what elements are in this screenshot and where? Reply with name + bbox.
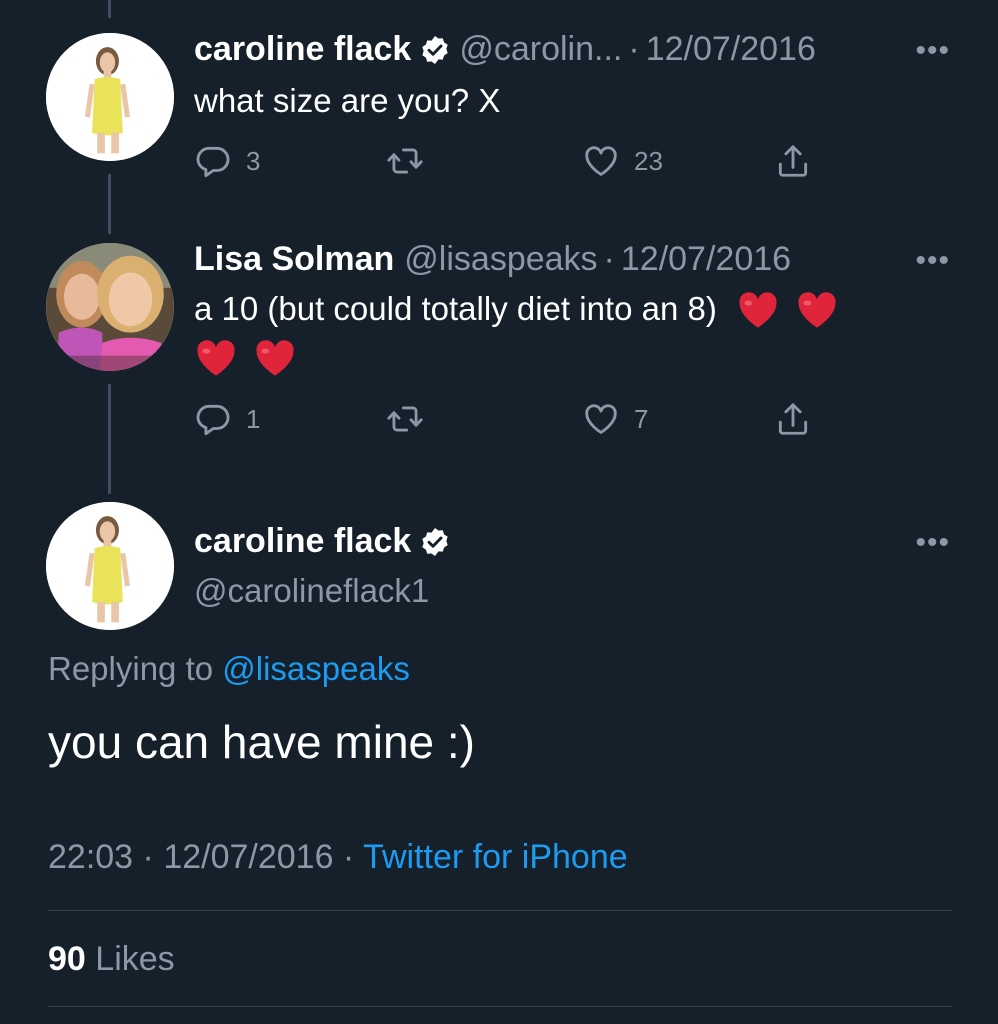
red-heart-emoji	[736, 290, 780, 332]
reply-button[interactable]: 3	[194, 142, 260, 180]
reply-button[interactable]: 1	[194, 400, 260, 438]
tweet-actions: 3 23	[194, 142, 814, 182]
retweet-icon	[386, 400, 424, 438]
replying-to: Replying to @lisaspeaks	[48, 650, 410, 688]
likes-link[interactable]: 90 Likes	[48, 940, 175, 979]
share-button[interactable]	[774, 400, 826, 438]
tweet-header: caroline flack @carolin... · 12/07/2016	[194, 30, 816, 69]
likes-label: Likes	[95, 940, 175, 978]
tweet-text-line2	[194, 338, 300, 380]
thread-line-2	[108, 384, 111, 494]
tweet-text-content: a 10 (but could totally diet into an 8)	[194, 290, 717, 327]
share-icon	[774, 400, 812, 438]
author-handle[interactable]: @carolin...	[459, 30, 622, 69]
avatar[interactable]	[46, 243, 174, 371]
reply-count: 3	[246, 145, 261, 176]
tweet-meta: 22:03 · 12/07/2016 · Twitter for iPhone	[48, 838, 628, 877]
tweet-source-link[interactable]: Twitter for iPhone	[363, 838, 628, 876]
tweet-time[interactable]: 22:03	[48, 838, 133, 876]
like-icon	[582, 400, 620, 438]
thread-line-1	[108, 174, 111, 234]
likes-count: 90	[48, 940, 86, 978]
replying-prefix: Replying to	[48, 650, 223, 687]
profile-photo-caroline	[46, 33, 174, 161]
retweet-button[interactable]	[386, 400, 438, 438]
tweet-date[interactable]: 12/07/2016	[621, 240, 791, 279]
verified-badge-icon	[419, 526, 451, 558]
red-heart-emoji	[253, 338, 297, 380]
tweet-text: what size are you? X	[194, 82, 501, 119]
avatar[interactable]	[46, 502, 174, 630]
more-icon[interactable]: •••	[915, 526, 950, 560]
verified-badge-icon	[419, 34, 451, 66]
share-icon	[774, 142, 812, 180]
tweet-text: a 10 (but could totally diet into an 8)	[194, 290, 842, 332]
avatar[interactable]	[46, 33, 174, 161]
author-handle[interactable]: @carolineflack1	[194, 572, 429, 610]
author-name[interactable]: caroline flack	[194, 522, 411, 561]
author-handle[interactable]: @lisaspeaks	[404, 240, 597, 279]
like-count: 23	[634, 145, 663, 176]
divider	[48, 1006, 952, 1007]
tweet-date[interactable]: 12/07/2016	[646, 30, 816, 69]
reply-icon	[194, 400, 232, 438]
author-name-row: caroline flack	[194, 522, 459, 561]
reply-icon	[194, 142, 232, 180]
tweet-date[interactable]: 12/07/2016	[163, 838, 333, 876]
share-button[interactable]	[774, 142, 826, 180]
separator-dot: ·	[333, 838, 364, 876]
more-icon[interactable]: •••	[915, 34, 950, 68]
profile-photo-caroline	[46, 502, 174, 630]
tweet-header: Lisa Solman @lisaspeaks · 12/07/2016	[194, 240, 791, 279]
replying-to-link[interactable]: @lisaspeaks	[222, 650, 410, 687]
separator-dot: ·	[628, 30, 640, 68]
tweet-actions: 1 7	[194, 400, 814, 440]
like-button[interactable]: 23	[582, 142, 663, 180]
retweet-button[interactable]	[386, 142, 438, 180]
like-button[interactable]: 7	[582, 400, 648, 438]
divider	[48, 910, 952, 911]
like-icon	[582, 142, 620, 180]
like-count: 7	[634, 403, 649, 434]
reply-count: 1	[246, 403, 261, 434]
profile-photo-lisa	[46, 243, 174, 371]
separator-dot: ·	[133, 838, 164, 876]
red-heart-emoji	[795, 290, 839, 332]
separator-dot: ·	[603, 240, 615, 278]
red-heart-emoji	[194, 338, 238, 380]
author-name[interactable]: caroline flack	[194, 30, 411, 69]
tweet-text: you can have mine :)	[48, 716, 476, 768]
retweet-icon	[386, 142, 424, 180]
author-name[interactable]: Lisa Solman	[194, 240, 394, 279]
more-icon[interactable]: •••	[915, 244, 950, 278]
thread-line-top	[108, 0, 111, 18]
